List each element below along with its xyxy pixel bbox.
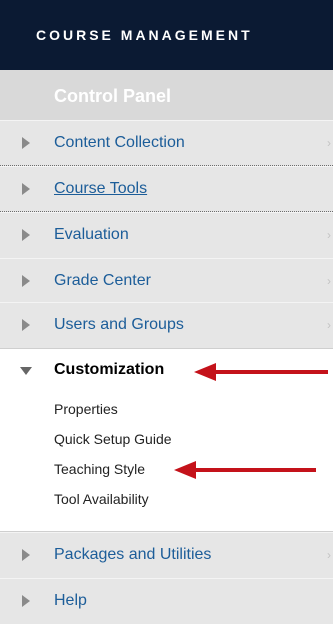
menu-item-grade-center[interactable]: Grade Center › [0,258,333,304]
triangle-down-icon[interactable] [20,367,32,375]
submenu-item-teaching-style[interactable]: Teaching Style [54,461,145,477]
red-arrow-icon [174,461,316,479]
triangle-right-icon [22,275,30,287]
menu-item-users-and-groups[interactable]: Users and Groups › [0,302,333,348]
menu-item-course-tools[interactable]: Course Tools [0,166,333,212]
menu-item-label: Help [54,592,87,609]
red-arrow-icon [194,363,328,381]
triangle-right-icon [22,319,30,331]
triangle-right-icon [22,137,30,149]
customization-title[interactable]: Customization [54,361,164,379]
triangle-right-icon [22,229,30,241]
chevron-right-icon: › [327,274,331,288]
customization-section: Customization Properties Quick Setup Gui… [0,348,333,532]
triangle-right-icon [22,595,30,607]
menu-item-label: Users and Groups [54,316,184,333]
course-management-header: COURSE MANAGEMENT [0,0,333,70]
chevron-right-icon: › [327,318,331,332]
menu-item-label: Evaluation [54,226,129,243]
triangle-right-icon [22,549,30,561]
menu-item-label: Packages and Utilities [54,546,212,563]
menu-item-label: Course Tools [54,180,148,197]
menu-item-label: Content Collection [54,134,185,151]
chevron-right-icon: › [327,136,331,150]
control-panel-title: Control Panel [0,70,333,120]
chevron-right-icon: › [327,228,331,242]
submenu-item-quick-setup-guide[interactable]: Quick Setup Guide [54,431,172,447]
menu-item-evaluation[interactable]: Evaluation › [0,212,333,258]
menu-item-content-collection[interactable]: Content Collection › [0,120,333,166]
menu-item-label: Grade Center [54,272,151,289]
menu-item-packages-and-utilities[interactable]: Packages and Utilities › [0,532,333,578]
submenu-item-tool-availability[interactable]: Tool Availability [54,491,149,507]
control-panel-sidebar: COURSE MANAGEMENT Control Panel Content … [0,0,333,624]
menu-item-help[interactable]: Help [0,578,333,624]
chevron-right-icon: › [327,548,331,562]
submenu-item-properties[interactable]: Properties [54,401,118,417]
triangle-right-icon [22,183,30,195]
